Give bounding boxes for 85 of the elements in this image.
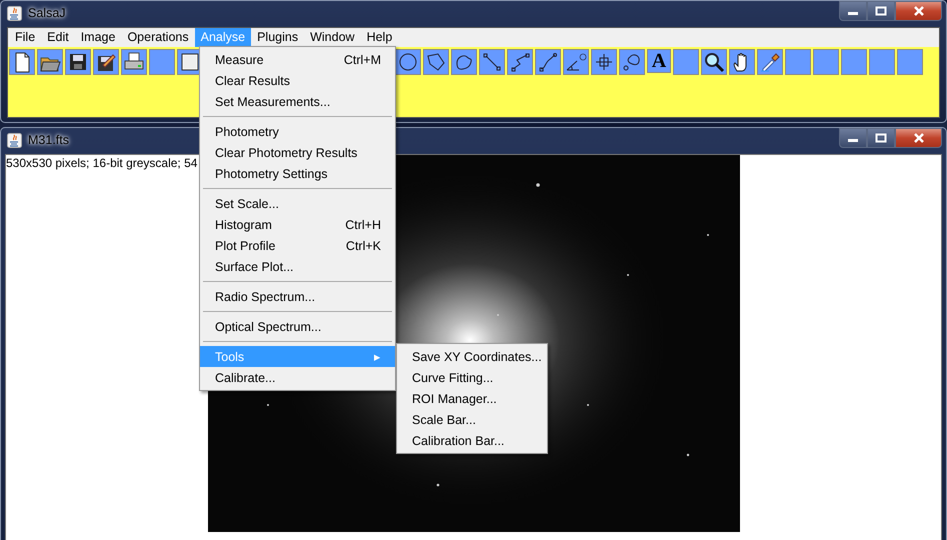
menu-item[interactable]: Clear Photometry Results (200, 142, 395, 163)
menu-bar-item[interactable]: Image (74, 28, 122, 47)
menu-item[interactable]: Calibrate... (200, 367, 395, 388)
close-button[interactable] (895, 128, 942, 148)
open-folder-button[interactable] (37, 49, 63, 75)
shortcut-text: Ctrl+K (346, 238, 381, 252)
menu-item-label: Plot Profile (215, 238, 276, 252)
magnifier-icon (703, 51, 725, 73)
menu-bar-item[interactable]: Plugins (251, 28, 304, 47)
iso-outline-tool-button[interactable] (619, 49, 645, 75)
menu-item-label: Measure (215, 52, 264, 66)
polygon-tool-icon (425, 51, 447, 73)
menu-bar-item[interactable]: File (9, 28, 42, 47)
menu-bar-item[interactable]: Help (360, 28, 398, 47)
menu-item[interactable]: Photometry (200, 121, 395, 142)
menu-item[interactable]: Histogram Ctrl+H (200, 214, 395, 235)
polygon-tool-button[interactable] (423, 49, 449, 75)
color-picker-button[interactable] (757, 49, 783, 75)
printer-button[interactable] (121, 49, 147, 75)
menu-item[interactable]: Plot Profile Ctrl+K (200, 235, 395, 256)
menu-item[interactable]: Radio Spectrum... (200, 286, 395, 307)
floppy-pencil-button[interactable] (93, 49, 119, 75)
menu-item[interactable]: Photometry Settings (200, 163, 395, 184)
menu-item[interactable]: Measure Ctrl+M (200, 49, 395, 70)
menu-item-label: Clear Photometry Results (215, 146, 358, 160)
menu-item-label: Histogram (215, 218, 272, 232)
hand-button[interactable] (729, 49, 755, 75)
color-picker-icon (759, 51, 781, 73)
segmented-line-tool-button[interactable] (507, 49, 533, 75)
menu-bar-item[interactable]: Window (304, 28, 361, 47)
menu-item[interactable]: Surface Plot... (200, 256, 395, 277)
shortcut-text: Ctrl+M (344, 52, 381, 66)
menu-item[interactable]: Set Scale... (200, 193, 395, 214)
menu-item-label: Radio Spectrum... (215, 290, 316, 304)
image-info-text: 530x530 pixels; 16-bit greyscale; 54 (6, 156, 198, 170)
menu-item[interactable]: Calibration Bar... (397, 430, 547, 451)
close-button[interactable] (895, 1, 942, 21)
menu-bar-item[interactable]: Edit (41, 28, 75, 47)
maximize-icon (874, 133, 888, 143)
freehand-tool-button[interactable] (451, 49, 477, 75)
crosshair-tool-icon (593, 51, 615, 73)
curve-tool-button[interactable] (535, 49, 561, 75)
menu-item-label: Set Measurements... (215, 94, 330, 108)
shortcut-text: Ctrl+H (345, 218, 381, 232)
magnifier-button[interactable] (701, 49, 727, 75)
menu-item-label: Tools (215, 350, 244, 364)
oval-tool-icon (397, 51, 419, 73)
floppy-disk-button[interactable] (65, 49, 91, 75)
maximize-icon (874, 6, 888, 16)
menu-item[interactable]: Scale Bar... (397, 409, 547, 430)
oval-tool-button[interactable] (395, 49, 421, 75)
menu-item-label: Surface Plot... (215, 260, 294, 274)
window-title: M31.fts (28, 133, 69, 147)
java-app-icon (7, 132, 22, 148)
minimize-button[interactable] (839, 128, 867, 148)
angle-tool-button[interactable] (563, 49, 589, 75)
close-icon (912, 133, 926, 143)
menu-item-label: Optical Spectrum... (215, 320, 322, 334)
menu-item-label: Photometry Settings (215, 166, 328, 180)
menu-bar-item[interactable]: Operations (121, 28, 195, 47)
curve-tool-icon (537, 51, 559, 73)
segmented-line-tool-icon (509, 51, 531, 73)
straight-line-tool-button[interactable] (479, 49, 505, 75)
menu-item-label: Clear Results (215, 74, 290, 88)
menu-item[interactable]: Set Measurements... (200, 91, 395, 112)
menu-item[interactable]: Optical Spectrum... (200, 316, 395, 337)
java-app-icon (7, 6, 22, 20)
menu-item-label: Calibrate... (215, 370, 276, 384)
menu-item[interactable]: Clear Results (200, 70, 395, 91)
straight-line-tool-icon (481, 51, 503, 73)
new-file-button[interactable] (9, 49, 35, 75)
text-tool-button[interactable]: A (647, 49, 671, 73)
menu-item[interactable]: ROI Manager... (397, 388, 547, 409)
maximize-button[interactable] (867, 128, 895, 148)
menu-item[interactable]: Curve Fitting... (397, 367, 547, 388)
angle-tool-icon (565, 51, 587, 73)
submenu-arrow: ▸ (374, 349, 381, 364)
menu-item[interactable]: Save XY Coordinates... (397, 346, 547, 367)
minimize-button[interactable] (839, 1, 867, 21)
menu-item-label: Set Scale... (215, 196, 279, 210)
maximize-button[interactable] (867, 1, 895, 21)
window-title: SalsaJ (28, 6, 66, 20)
menu-item-label: Photometry (215, 124, 279, 138)
crosshair-tool-button[interactable] (591, 49, 617, 75)
close-icon (912, 6, 926, 16)
